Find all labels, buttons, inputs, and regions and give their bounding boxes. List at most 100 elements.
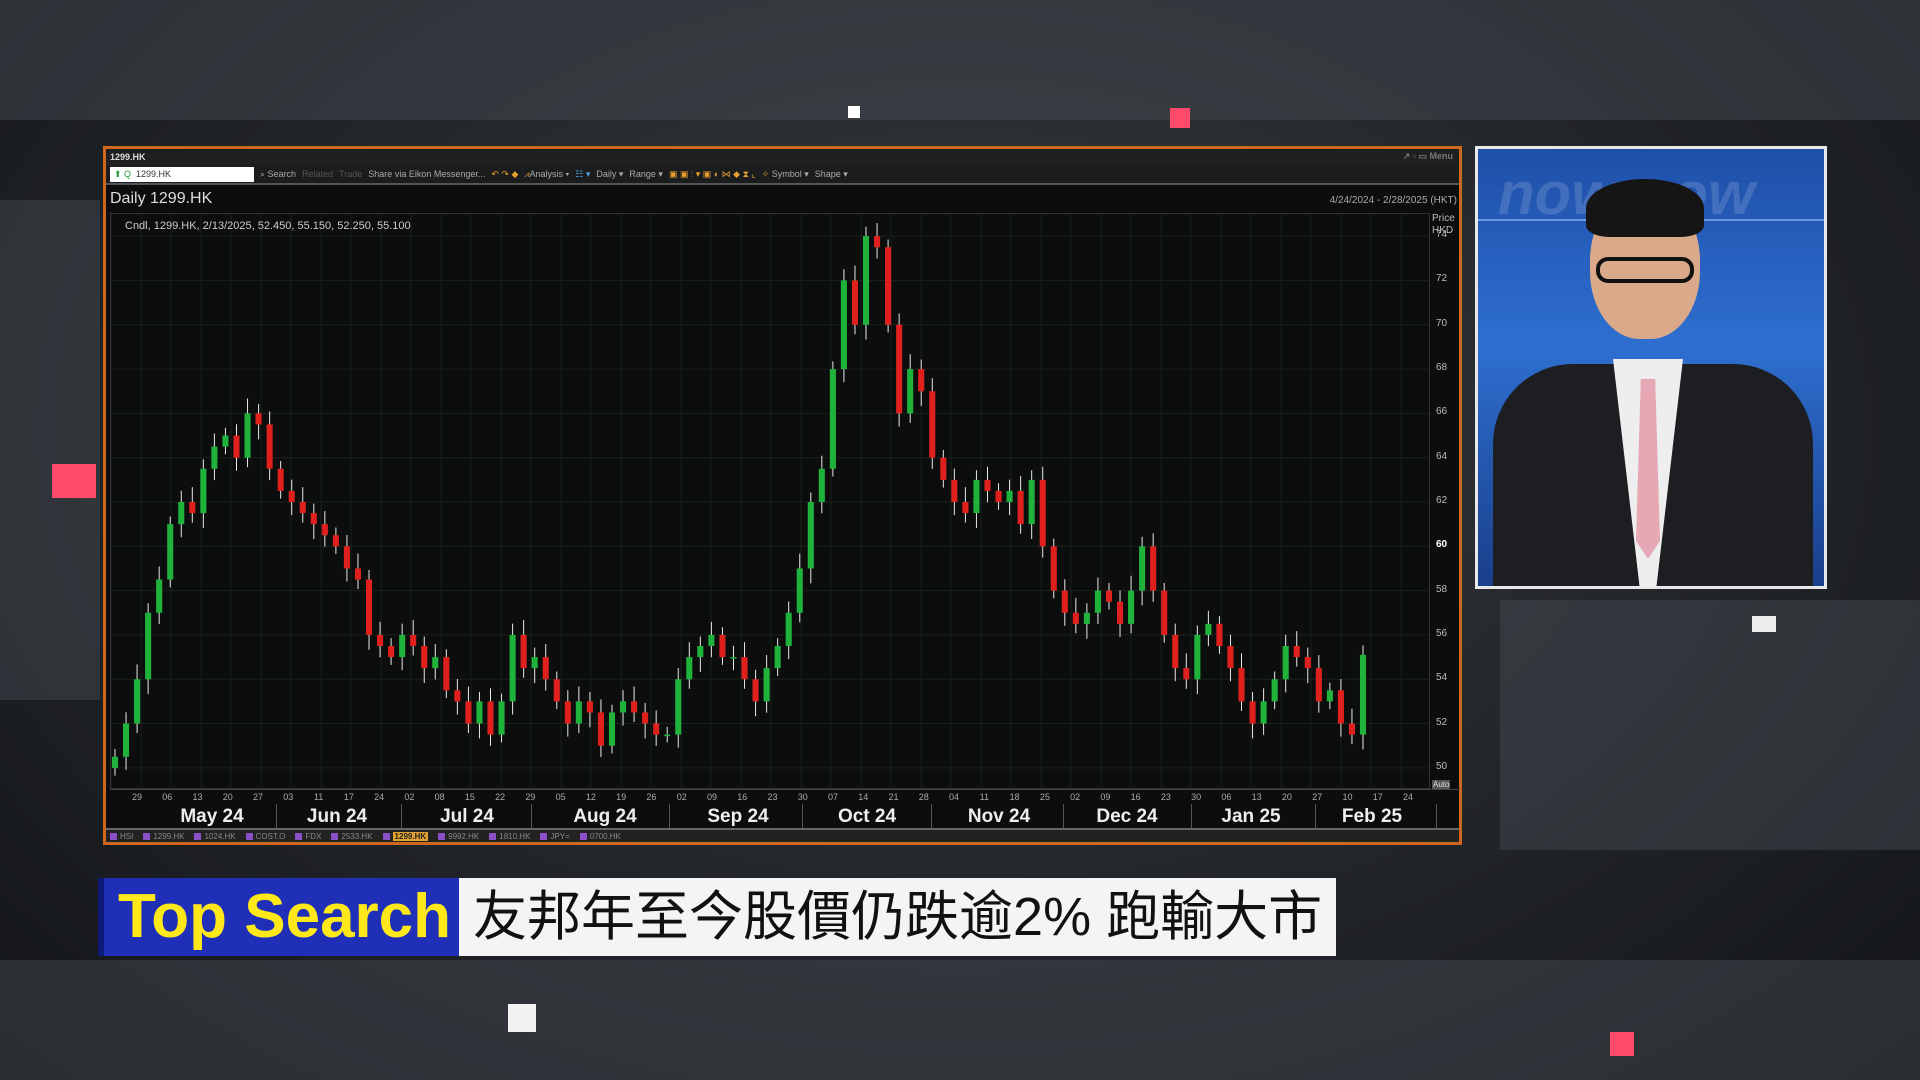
x-day-tick: 25 bbox=[1039, 792, 1050, 802]
symbol-tab[interactable]: 2533.HK bbox=[331, 831, 373, 841]
candle-body bbox=[1072, 612, 1079, 624]
candle-body bbox=[697, 646, 704, 658]
window-titlebar: 1299.HK ↗ ▫ ▭ Menu bbox=[106, 149, 1459, 165]
candle-body bbox=[476, 701, 483, 724]
symbol-tab[interactable]: FDX bbox=[295, 832, 321, 841]
undo-icon[interactable]: ↶ ↷ ◆ bbox=[491, 169, 518, 180]
range-menu[interactable]: Range ▾ bbox=[629, 169, 663, 180]
symbol-tab[interactable]: 9992.HK bbox=[438, 832, 479, 841]
symbol-input[interactable] bbox=[110, 166, 254, 182]
candle-body bbox=[189, 502, 196, 514]
price-label: Price bbox=[1432, 213, 1455, 224]
chart-title: Daily 1299.HK bbox=[110, 190, 213, 207]
candle-body bbox=[1348, 723, 1355, 735]
candle-body bbox=[365, 579, 373, 635]
candle-body bbox=[763, 668, 770, 702]
chart-type-icon[interactable]: ☷ ▾ bbox=[575, 169, 590, 180]
candle-body bbox=[487, 701, 494, 735]
x-day-tick: 13 bbox=[192, 792, 203, 802]
candle-body bbox=[642, 712, 649, 724]
candle-body bbox=[774, 646, 781, 669]
symbol-tab[interactable]: 1299.HK bbox=[382, 831, 429, 841]
month-separator bbox=[1063, 804, 1064, 830]
candle-body bbox=[653, 723, 660, 735]
symbol-tab-label: 1810.HK bbox=[499, 831, 531, 841]
candlestick-chart bbox=[111, 214, 1431, 790]
symbol-tab[interactable]: HSI bbox=[110, 832, 133, 841]
symbol-tab-label: 1299.HK bbox=[153, 831, 185, 841]
x-month-label: Feb 25 bbox=[1341, 806, 1403, 827]
search-button[interactable]: ⌕ Search bbox=[260, 169, 296, 180]
trade-menu[interactable]: Trade bbox=[339, 169, 362, 179]
candle-body bbox=[1028, 479, 1035, 525]
candle-body bbox=[1271, 679, 1278, 702]
candle-body bbox=[907, 369, 914, 414]
drawing-tools-icon[interactable]: ▣ ▣ ⫶ ▾ ▣ ◐ ⋈ ◆ ⧗ ⌞ bbox=[669, 169, 756, 180]
month-separator bbox=[931, 804, 932, 830]
candle-body bbox=[299, 502, 306, 514]
symbol-tab[interactable]: 1024.HK bbox=[194, 832, 236, 841]
interval-menu[interactable]: Daily ▾ bbox=[596, 169, 623, 180]
y-tick-label: 58 bbox=[1436, 583, 1448, 595]
auto-scale-button[interactable]: Auto bbox=[1432, 780, 1451, 789]
candle-body bbox=[321, 524, 328, 536]
x-day-tick: 28 bbox=[918, 792, 929, 802]
decor-square bbox=[1170, 108, 1190, 128]
symbol-tab[interactable]: 0700.HK bbox=[579, 832, 621, 841]
candle-body bbox=[156, 579, 163, 613]
candle-body bbox=[940, 457, 947, 480]
y-tick-label: 50 bbox=[1436, 760, 1448, 772]
shape-menu[interactable]: Shape ▾ bbox=[815, 169, 848, 180]
share-button[interactable]: Share via Eikon Messenger... bbox=[368, 169, 485, 179]
symbol-tab[interactable]: 1810.HK bbox=[489, 832, 530, 841]
analysis-menu[interactable]: ⩘Analysis ▾ bbox=[524, 169, 569, 180]
plot-area[interactable]: Cndl, 1299.HK, 2/13/2025, 52.450, 55.150… bbox=[110, 213, 1431, 790]
candle-body bbox=[1017, 490, 1024, 525]
decor-square bbox=[1610, 1032, 1634, 1056]
date-range[interactable]: 4/24/2024 - 2/28/2025 (HKT) bbox=[1330, 195, 1457, 206]
symbol-menu[interactable]: ✧ Symbol ▾ bbox=[762, 169, 809, 180]
candle-body bbox=[134, 679, 141, 724]
toolbar: ⬆ Q ⌕ Search Related Trade Share via Eik… bbox=[106, 165, 1459, 185]
x-day-tick: 18 bbox=[1009, 792, 1020, 802]
x-month-label: May 24 bbox=[180, 806, 244, 827]
glasses-icon bbox=[1596, 257, 1694, 283]
candle-body bbox=[586, 701, 593, 713]
chart-icon bbox=[579, 832, 587, 840]
x-day-tick: 09 bbox=[706, 792, 717, 802]
candle-body bbox=[266, 424, 273, 469]
symbol-tab[interactable]: COST.O bbox=[245, 832, 285, 841]
x-day-tick: 27 bbox=[253, 792, 264, 802]
chart-window: 1299.HK ↗ ▫ ▭ Menu ⬆ Q ⌕ Search Related … bbox=[103, 146, 1462, 845]
chart-icon bbox=[295, 832, 303, 840]
month-separator bbox=[1436, 804, 1437, 830]
candle-body bbox=[885, 247, 892, 325]
candle-body bbox=[962, 502, 969, 514]
x-day-tick: 16 bbox=[1130, 792, 1141, 802]
related-menu[interactable]: Related bbox=[302, 169, 333, 179]
x-day-tick: 02 bbox=[1070, 792, 1081, 802]
x-axis[interactable]: 29 06 13 20 27 03 11 17 24 02 08 15 22 29 05 12 19 26 02 09… bbox=[110, 789, 1460, 831]
candle-body bbox=[730, 657, 737, 659]
candle-body bbox=[145, 612, 152, 680]
candle-body bbox=[167, 524, 174, 580]
candle-body bbox=[1227, 646, 1234, 669]
y-tick-label: 68 bbox=[1436, 362, 1448, 374]
x-day-tick: 06 bbox=[1221, 792, 1232, 802]
symbol-tab[interactable]: 1299.HK bbox=[143, 832, 184, 841]
x-day-tick: 23 bbox=[1160, 792, 1171, 802]
symbol-tab-label: HSI bbox=[120, 831, 134, 841]
candle-body bbox=[896, 324, 903, 414]
candle-body bbox=[686, 657, 693, 680]
x-day-tick: 02 bbox=[676, 792, 687, 802]
symbol-tab[interactable]: JPY= bbox=[540, 832, 570, 841]
candle-body bbox=[984, 479, 991, 491]
y-axis[interactable]: Price HKD Auto 50 52 54 56 58 60 62 64 66 68 70 72 7… bbox=[1430, 213, 1460, 789]
candle-body bbox=[1039, 479, 1046, 547]
candle-body bbox=[354, 568, 362, 580]
window-menu[interactable]: ↗ ▫ ▭ Menu bbox=[1403, 151, 1453, 162]
candle-body bbox=[233, 435, 240, 458]
x-day-tick: 24 bbox=[374, 792, 385, 802]
candle-body bbox=[1315, 668, 1322, 702]
symbol-tab-label: 2533.HK bbox=[341, 831, 373, 841]
